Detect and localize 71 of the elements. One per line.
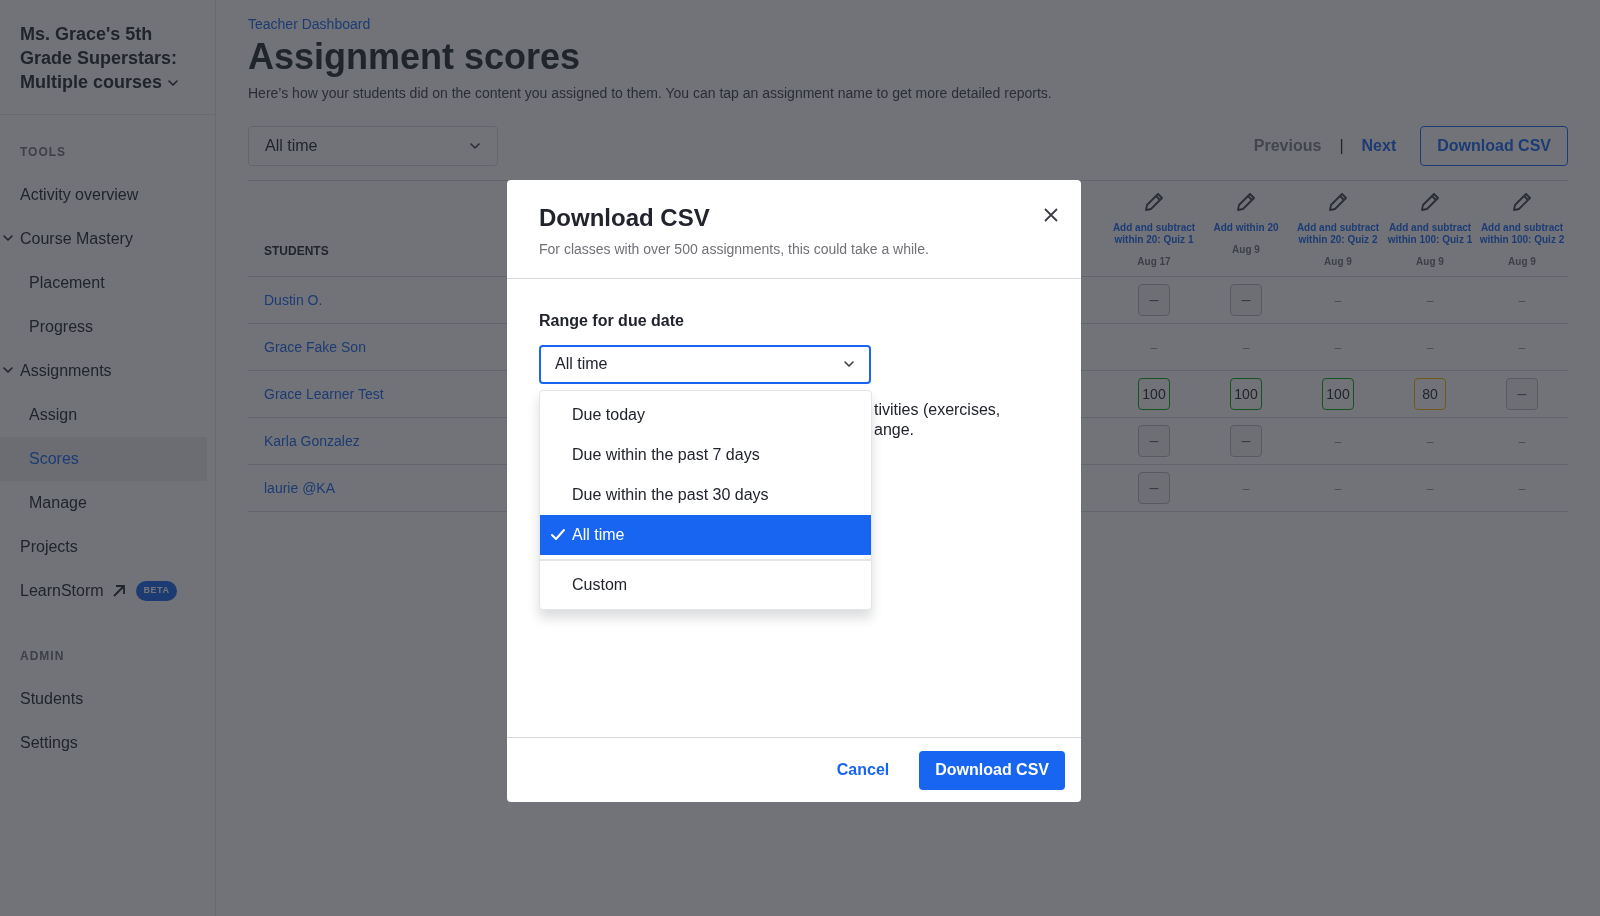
empty-cell: – [1334,435,1342,449]
dialog-note: tivities (exercises, ange. [873,399,1002,440]
breadcrumb-link[interactable]: Teacher Dashboard [248,14,1568,35]
empty-cell: – [1334,482,1342,496]
sidebar-item[interactable]: Progress [0,305,215,349]
assignment-link[interactable]: Add and subtract within 100: Quiz 2 [1477,221,1567,246]
empty-cell: – [1426,341,1434,355]
score-cell[interactable]: 100 [1230,378,1262,410]
sidebar-item[interactable]: Settings [0,721,215,765]
assignment-link[interactable]: Add and subtract within 20: Quiz 1 [1109,221,1199,246]
dropdown-option[interactable]: All time [540,514,871,555]
date-range-select[interactable]: All time [248,126,498,166]
dialog-title: Download CSV [539,204,711,233]
sidebar-item[interactable]: Manage [0,481,215,525]
empty-cell: – [1518,482,1526,496]
dropdown-option[interactable]: Due within the past 30 days [540,474,871,515]
beta-badge: BETA [135,581,178,601]
empty-cell: – [1334,341,1342,355]
dropdown-option[interactable]: Custom [540,564,871,605]
page-title: Assignment scores [248,35,582,79]
empty-cell: – [1518,341,1526,355]
sidebar-item[interactable]: LearnStorm BETA [0,569,215,613]
chevron-down-icon [843,360,855,369]
score-cell[interactable]: – [1230,425,1262,457]
empty-cell: – [1518,294,1526,308]
next-link[interactable]: Next [1361,134,1397,158]
download-csv-button[interactable]: Download CSV [919,750,1065,790]
external-link-icon [111,584,126,598]
assignment-link[interactable]: Add and subtract within 20: Quiz 2 [1293,221,1383,246]
close-icon [1043,206,1059,223]
score-cell[interactable]: 100 [1322,378,1354,410]
class-name[interactable]: Ms. Grace's 5th Grade Superstars: Multiple courses [0,0,215,115]
page-description: Here’s how your students did on the content you assigned to them. You can tap an assignment name to get more detailed reports. [248,84,1053,103]
score-cell[interactable]: – [1138,284,1170,316]
sidebar-item[interactable]: Placement [0,261,215,305]
assignment-link[interactable]: Add and subtract within 100: Quiz 1 [1385,221,1475,246]
score-cell[interactable]: – [1230,284,1262,316]
sidebar-item[interactable]: Assignments [0,349,215,393]
dropdown-option[interactable]: Due within the past 7 days [540,434,871,475]
empty-cell: – [1242,341,1250,355]
chevron-down-icon [469,142,481,150]
dialog-subtitle: For classes with over 500 assignments, this could take a while. [539,239,930,259]
empty-cell: – [1426,482,1434,496]
sidebar-item[interactable]: Assign [0,393,215,437]
check-icon [550,527,566,541]
score-cell[interactable]: 100 [1138,378,1170,410]
range-select[interactable]: All time [539,344,871,384]
empty-cell: – [1150,341,1158,355]
chevron-down-icon [167,79,180,88]
empty-cell: – [1426,435,1434,449]
cancel-button[interactable]: Cancel [830,757,896,783]
empty-cell: – [1426,294,1434,308]
dropdown-option[interactable]: Due today [540,394,871,435]
empty-cell: – [1242,482,1250,496]
score-cell[interactable]: – [1138,425,1170,457]
sidebar-item[interactable]: Scores [0,437,207,481]
sidebar-item[interactable]: Course Mastery [0,217,215,261]
pager-separator: | [1339,136,1344,156]
score-cell[interactable]: – [1506,378,1538,410]
sidebar-item[interactable]: Projects [0,525,215,569]
score-cell[interactable]: 80 [1414,378,1446,410]
chevron-down-icon [2,234,14,244]
field-label: Range for due date [539,310,685,331]
score-cell[interactable]: – [1138,472,1170,504]
download-csv-button[interactable]: Download CSV [1420,126,1568,166]
assignment-link[interactable]: Add within 20 [1213,221,1279,234]
sidebar-item[interactable]: Students [0,677,215,721]
chevron-down-icon [2,366,14,376]
empty-cell: – [1518,435,1526,449]
empty-cell: – [1334,294,1342,308]
sidebar-item[interactable]: Activity overview [0,173,215,217]
